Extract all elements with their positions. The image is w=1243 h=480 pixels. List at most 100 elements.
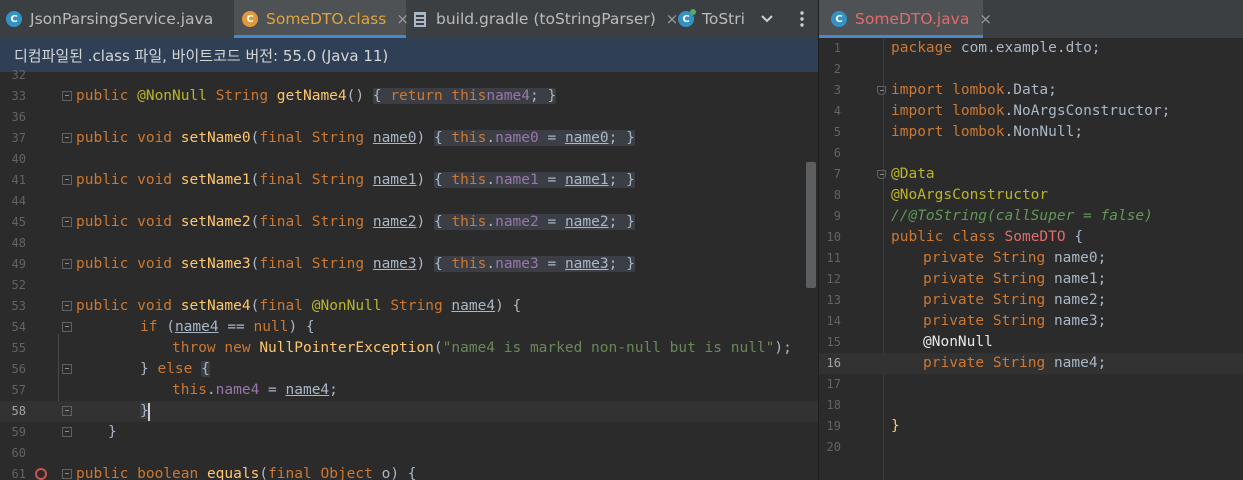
code-text: } else { (140, 361, 210, 377)
code-line: 48 (0, 233, 818, 254)
more-options-icon[interactable] (790, 0, 814, 38)
override-marker-icon[interactable] (35, 468, 47, 480)
fold-icon[interactable] (62, 133, 72, 143)
editor-scrollbar[interactable] (806, 162, 816, 288)
code-line: 32 (0, 65, 818, 86)
code-text: import lombok.Data; (891, 82, 1057, 98)
tab-somedto-java[interactable]: C SomeDTO.java × (819, 0, 992, 38)
fold-icon[interactable] (62, 406, 72, 416)
fold-icon[interactable] (62, 217, 72, 227)
code-text: import lombok.NoArgsConstructor; (891, 103, 1171, 119)
decompiled-code-editor[interactable]: 32 33 public @NonNull String getName4() … (0, 68, 818, 480)
code-text: @NonNull (923, 334, 993, 350)
tab-somedto-class[interactable]: C SomeDTO.class × (234, 0, 409, 38)
fold-icon[interactable] (62, 364, 72, 374)
code-line: 49 public void setName3(final String nam… (0, 254, 818, 275)
code-text: } (891, 418, 900, 434)
fold-icon[interactable] (62, 301, 72, 311)
class-icon: C (678, 9, 696, 27)
source-editor-pane: C SomeDTO.java × 1 package com.example.d… (819, 0, 1243, 480)
code-text: } (108, 424, 117, 440)
code-text: public void setName0(final String name0)… (76, 130, 635, 146)
code-line: 10 public class SomeDTO { (819, 227, 1243, 248)
line-number: 5 (833, 125, 841, 139)
line-number: 4 (833, 104, 841, 118)
code-line: 15 @NonNull (819, 332, 1243, 353)
code-line-current: 58 } (0, 401, 818, 422)
text-caret (148, 403, 150, 421)
fold-icon[interactable] (877, 170, 886, 179)
code-line: 45 public void setName2(final String nam… (0, 212, 818, 233)
line-number: 3 (833, 83, 841, 97)
tab-build-gradle[interactable]: build.gradle (toStringParser) × (414, 0, 678, 38)
line-number: 54 (11, 320, 26, 334)
line-number: 1 (833, 41, 841, 55)
line-number: 32 (11, 68, 26, 82)
code-line: 11 private String name0; (819, 248, 1243, 269)
line-number: 9 (833, 209, 841, 223)
code-text: throw new NullPointerException("name4 is… (172, 340, 792, 356)
line-number: 15 (826, 335, 841, 349)
line-number: 36 (11, 110, 26, 124)
code-line: 8 @NoArgsConstructor (819, 185, 1243, 206)
line-number: 44 (11, 194, 26, 208)
fold-icon[interactable] (62, 175, 72, 185)
code-line: 44 (0, 191, 818, 212)
code-line: 7 @Data (819, 164, 1243, 185)
line-number: 14 (826, 314, 841, 328)
line-number: 61 (11, 467, 26, 480)
code-text: public void setName2(final String name2)… (76, 214, 635, 230)
fold-icon[interactable] (62, 322, 72, 332)
fold-icon[interactable] (62, 91, 72, 101)
fold-icon[interactable] (877, 86, 886, 95)
code-text: @NoArgsConstructor (891, 187, 1049, 203)
code-text: public @NonNull String getName4() { retu… (76, 88, 557, 104)
fold-icon[interactable] (62, 259, 72, 269)
line-number: 33 (11, 89, 26, 103)
line-number: 6 (833, 146, 841, 160)
close-tab-icon[interactable]: × (396, 10, 409, 28)
class-icon: C (831, 11, 847, 27)
close-tab-icon[interactable]: × (666, 10, 679, 28)
line-number: 37 (11, 131, 26, 145)
fold-icon[interactable] (62, 469, 72, 479)
fold-icon[interactable] (62, 427, 72, 437)
line-number: 8 (833, 188, 841, 202)
chevron-down-icon[interactable] (752, 0, 782, 38)
line-number: 16 (826, 356, 841, 370)
line-number: 57 (11, 383, 26, 397)
line-number: 58 (11, 404, 26, 418)
code-line: 13 private String name2; (819, 290, 1243, 311)
code-text: public class SomeDTO { (891, 229, 1084, 245)
code-text: public boolean equals(final Object o) { (76, 466, 417, 480)
code-line: 33 public @NonNull String getName4() { r… (0, 86, 818, 107)
line-number: 53 (11, 299, 26, 313)
code-text: this.name4 = name4; (172, 382, 338, 398)
decompiled-editor-pane: C JsonParsingService.java C SomeDTO.clas… (0, 0, 818, 480)
tab-tostring[interactable]: C ToStri (678, 0, 748, 38)
java-source-editor[interactable]: 1 package com.example.dto; 2 3 import lo… (819, 38, 1243, 480)
line-number: 41 (11, 173, 26, 187)
code-line: 4 import lombok.NoArgsConstructor; (819, 101, 1243, 122)
code-text: import lombok.NonNull; (891, 124, 1084, 140)
code-line: 41 public void setName1(final String nam… (0, 170, 818, 191)
code-line: 18 (819, 395, 1243, 416)
line-number: 48 (11, 236, 26, 250)
code-line: 3 import lombok.Data; (819, 80, 1243, 101)
line-number: 11 (826, 251, 841, 265)
code-line: 55 throw new NullPointerException("name4… (0, 338, 818, 359)
code-line: 37 public void setName0(final String nam… (0, 128, 818, 149)
code-line: 20 (819, 437, 1243, 458)
line-number: 60 (11, 446, 26, 460)
line-number: 19 (826, 419, 841, 433)
code-text: public void setName4(final @NonNull Stri… (76, 298, 522, 314)
code-text: package com.example.dto; (891, 40, 1101, 56)
code-line: 56 } else { (0, 359, 818, 380)
code-text: public void setName3(final String name3)… (76, 256, 635, 272)
close-tab-icon[interactable]: × (979, 10, 992, 28)
tab-jsonparsingservice[interactable]: C JsonParsingService.java (6, 0, 234, 38)
code-line: 9 //@ToString(callSuper = false) (819, 206, 1243, 227)
code-line: 54 if (name4 == null) { (0, 317, 818, 338)
code-line: 2 (819, 59, 1243, 80)
code-text: @Data (891, 166, 935, 182)
